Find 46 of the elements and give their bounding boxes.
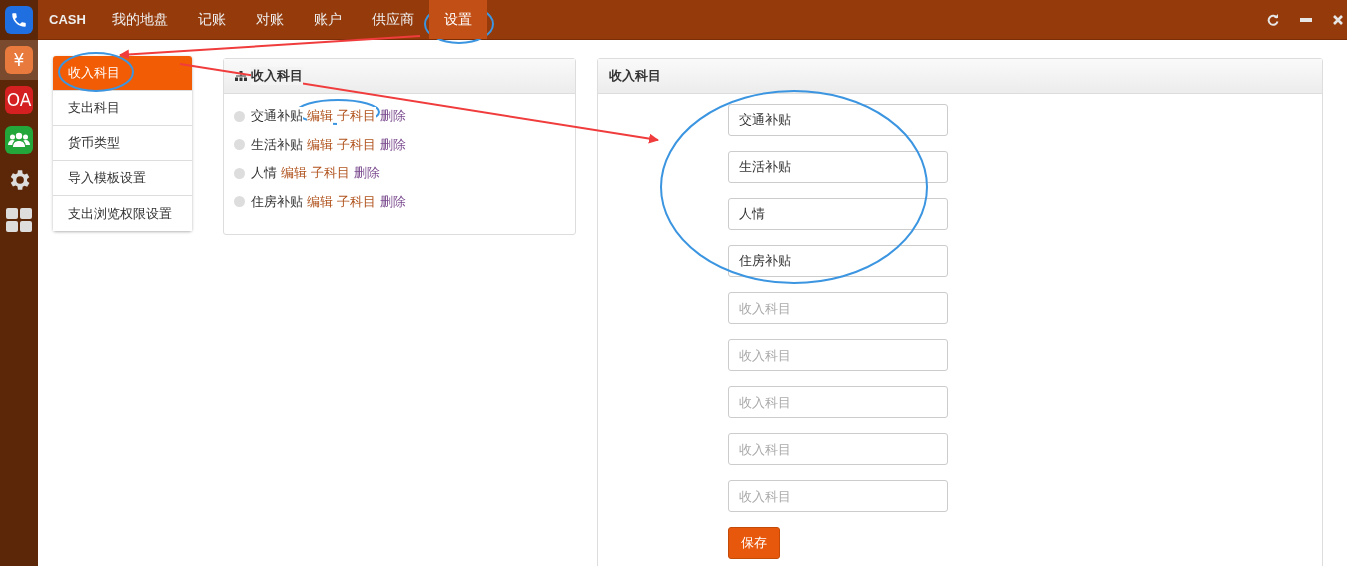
nav-tab[interactable]: 账户 (298, 0, 357, 39)
refresh-icon[interactable] (1267, 13, 1279, 26)
minimize-icon[interactable] (1300, 17, 1312, 22)
input-field[interactable]: 收入科目 (728, 339, 948, 371)
category-name: 生活补贴 (251, 135, 303, 154)
input-field[interactable]: 人情 (728, 198, 948, 230)
action-link[interactable]: 删除 (380, 135, 406, 154)
menu-item[interactable]: 支出科目 (53, 91, 192, 126)
phone-app-icon[interactable] (5, 6, 33, 34)
action-link[interactable]: 编辑 (307, 192, 333, 211)
input-field[interactable]: 收入科目 (728, 386, 948, 418)
input-field[interactable]: 收入科目 (728, 292, 948, 324)
menu-item[interactable]: 导入模板设置 (53, 161, 192, 196)
save-button[interactable]: 保存 (728, 527, 780, 559)
nav-tab[interactable]: 我的地盘 (96, 0, 183, 39)
action-link[interactable]: 编辑 (307, 107, 333, 126)
people-app-icon[interactable] (5, 126, 33, 154)
action-link[interactable]: 编辑 (307, 135, 333, 154)
nav-tab[interactable]: 供应商 (356, 0, 429, 39)
grid-icon[interactable] (6, 208, 32, 232)
nav-tab[interactable]: 对账 (240, 0, 299, 39)
action-link[interactable]: 子科目 (337, 107, 376, 126)
category-name: 住房补贴 (251, 192, 303, 211)
bullet-icon (234, 167, 245, 179)
hierarchy-icon (235, 71, 247, 81)
bullet-icon (234, 110, 245, 122)
bullet-icon (234, 139, 245, 151)
input-field[interactable]: 收入科目 (728, 480, 948, 512)
panel-title: 收入科目 (609, 67, 661, 85)
action-link[interactable]: 子科目 (337, 135, 376, 154)
input-field[interactable]: 生活补贴 (728, 151, 948, 183)
input-field[interactable]: 交通补贴 (728, 104, 948, 136)
menu-item[interactable]: 收入科目 (53, 56, 192, 91)
menu-item[interactable]: 货币类型 (53, 126, 192, 161)
oa-app-icon[interactable]: OA (5, 86, 33, 114)
nav-tab[interactable]: 设置 (428, 0, 487, 39)
menu-item[interactable]: 支出浏览权限设置 (53, 196, 192, 231)
brand-label[interactable]: CASH (38, 0, 97, 39)
close-icon[interactable] (1333, 14, 1343, 25)
action-link[interactable]: 子科目 (337, 192, 376, 211)
panel-title: 收入科目 (251, 67, 303, 85)
action-link[interactable]: 删除 (380, 192, 406, 211)
input-field[interactable]: 住房补贴 (728, 245, 948, 277)
bullet-icon (234, 196, 245, 208)
nav-tab[interactable]: 记账 (182, 0, 241, 39)
input-field[interactable]: 收入科目 (728, 433, 948, 465)
